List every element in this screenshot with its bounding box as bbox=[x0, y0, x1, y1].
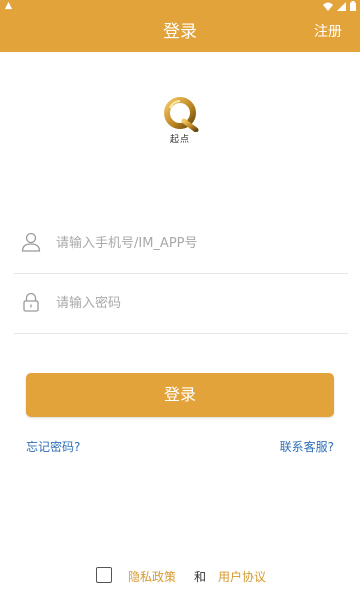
agreement-footer: 隐私政策 和 用户协议 bbox=[0, 566, 360, 586]
logo-q-icon bbox=[164, 97, 199, 133]
password-field bbox=[14, 273, 348, 334]
app-logo: 起点 bbox=[158, 96, 202, 145]
status-bar bbox=[0, 0, 360, 12]
login-button[interactable]: 登录 bbox=[26, 373, 334, 417]
page-title: 登录 bbox=[163, 22, 197, 42]
phone-field bbox=[14, 213, 348, 274]
lock-icon bbox=[23, 292, 39, 312]
agree-checkbox[interactable] bbox=[96, 567, 112, 583]
app-header: 登录 注册 bbox=[0, 12, 360, 52]
logo-text: 起点 bbox=[169, 135, 190, 145]
contact-support-link[interactable]: 联系客服? bbox=[280, 438, 334, 455]
forgot-password-link[interactable]: 忘记密码? bbox=[26, 438, 80, 455]
user-icon bbox=[21, 232, 41, 252]
phone-input[interactable] bbox=[54, 227, 338, 259]
android-icon bbox=[4, 1, 13, 10]
register-button[interactable]: 注册 bbox=[314, 12, 342, 52]
user-agreement-link[interactable]: 用户协议 bbox=[218, 568, 266, 585]
and-text: 和 bbox=[194, 570, 207, 584]
wifi-icon bbox=[323, 2, 333, 11]
battery-icon bbox=[350, 1, 356, 11]
privacy-policy-link[interactable]: 隐私政策 bbox=[128, 568, 176, 585]
signal-icon bbox=[337, 1, 346, 11]
status-icons bbox=[323, 1, 356, 11]
password-input[interactable] bbox=[54, 287, 338, 319]
